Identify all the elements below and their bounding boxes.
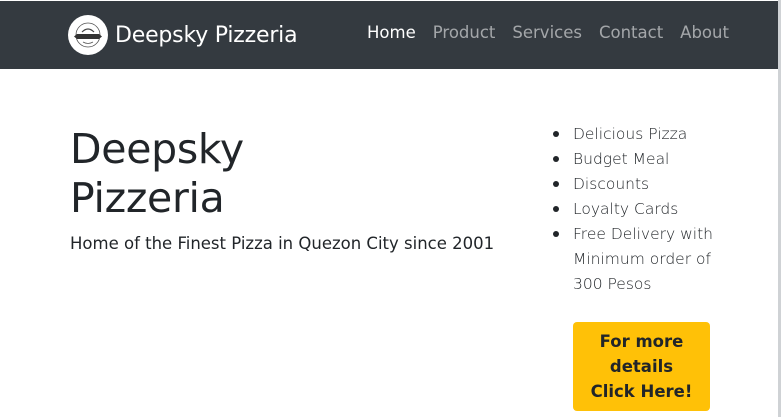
list-item: Budget Meal	[551, 147, 721, 172]
navbar: Deepsky Pizzeria Home Product Services C…	[0, 1, 778, 69]
brand-name: Deepsky Pizzeria	[115, 22, 298, 48]
main-nav: Home Product Services Contact About	[367, 23, 729, 42]
more-details-button[interactable]: For more details Click Here!	[573, 322, 710, 411]
hero-title-line1: Deepsky	[70, 125, 244, 173]
list-item: Loyalty Cards	[551, 197, 721, 222]
hero-title: Deepsky Pizzeria	[70, 125, 330, 223]
brand[interactable]: Deepsky Pizzeria	[68, 15, 298, 55]
nav-link-home[interactable]: Home	[367, 23, 416, 42]
features-list: Delicious Pizza Budget Meal Discounts Lo…	[551, 122, 721, 297]
pizzeria-logo-icon	[68, 15, 108, 55]
nav-link-product[interactable]: Product	[433, 23, 496, 42]
cta-line3: Click Here!	[590, 382, 693, 401]
hero-subtitle: Home of the Finest Pizza in Quezon City …	[70, 234, 495, 253]
list-item: Delicious Pizza	[551, 122, 721, 147]
hero-title-line2: Pizzeria	[70, 174, 225, 222]
nav-link-about[interactable]: About	[680, 23, 729, 42]
page: Deepsky Pizzeria Home Product Services C…	[0, 0, 781, 417]
nav-link-services[interactable]: Services	[512, 23, 582, 42]
list-item: Discounts	[551, 172, 721, 197]
cta-line2: details	[609, 357, 674, 376]
list-item: Free Delivery with Minimum order of 300 …	[551, 222, 721, 297]
nav-link-contact[interactable]: Contact	[599, 23, 663, 42]
cta-line1: For more	[599, 332, 684, 351]
